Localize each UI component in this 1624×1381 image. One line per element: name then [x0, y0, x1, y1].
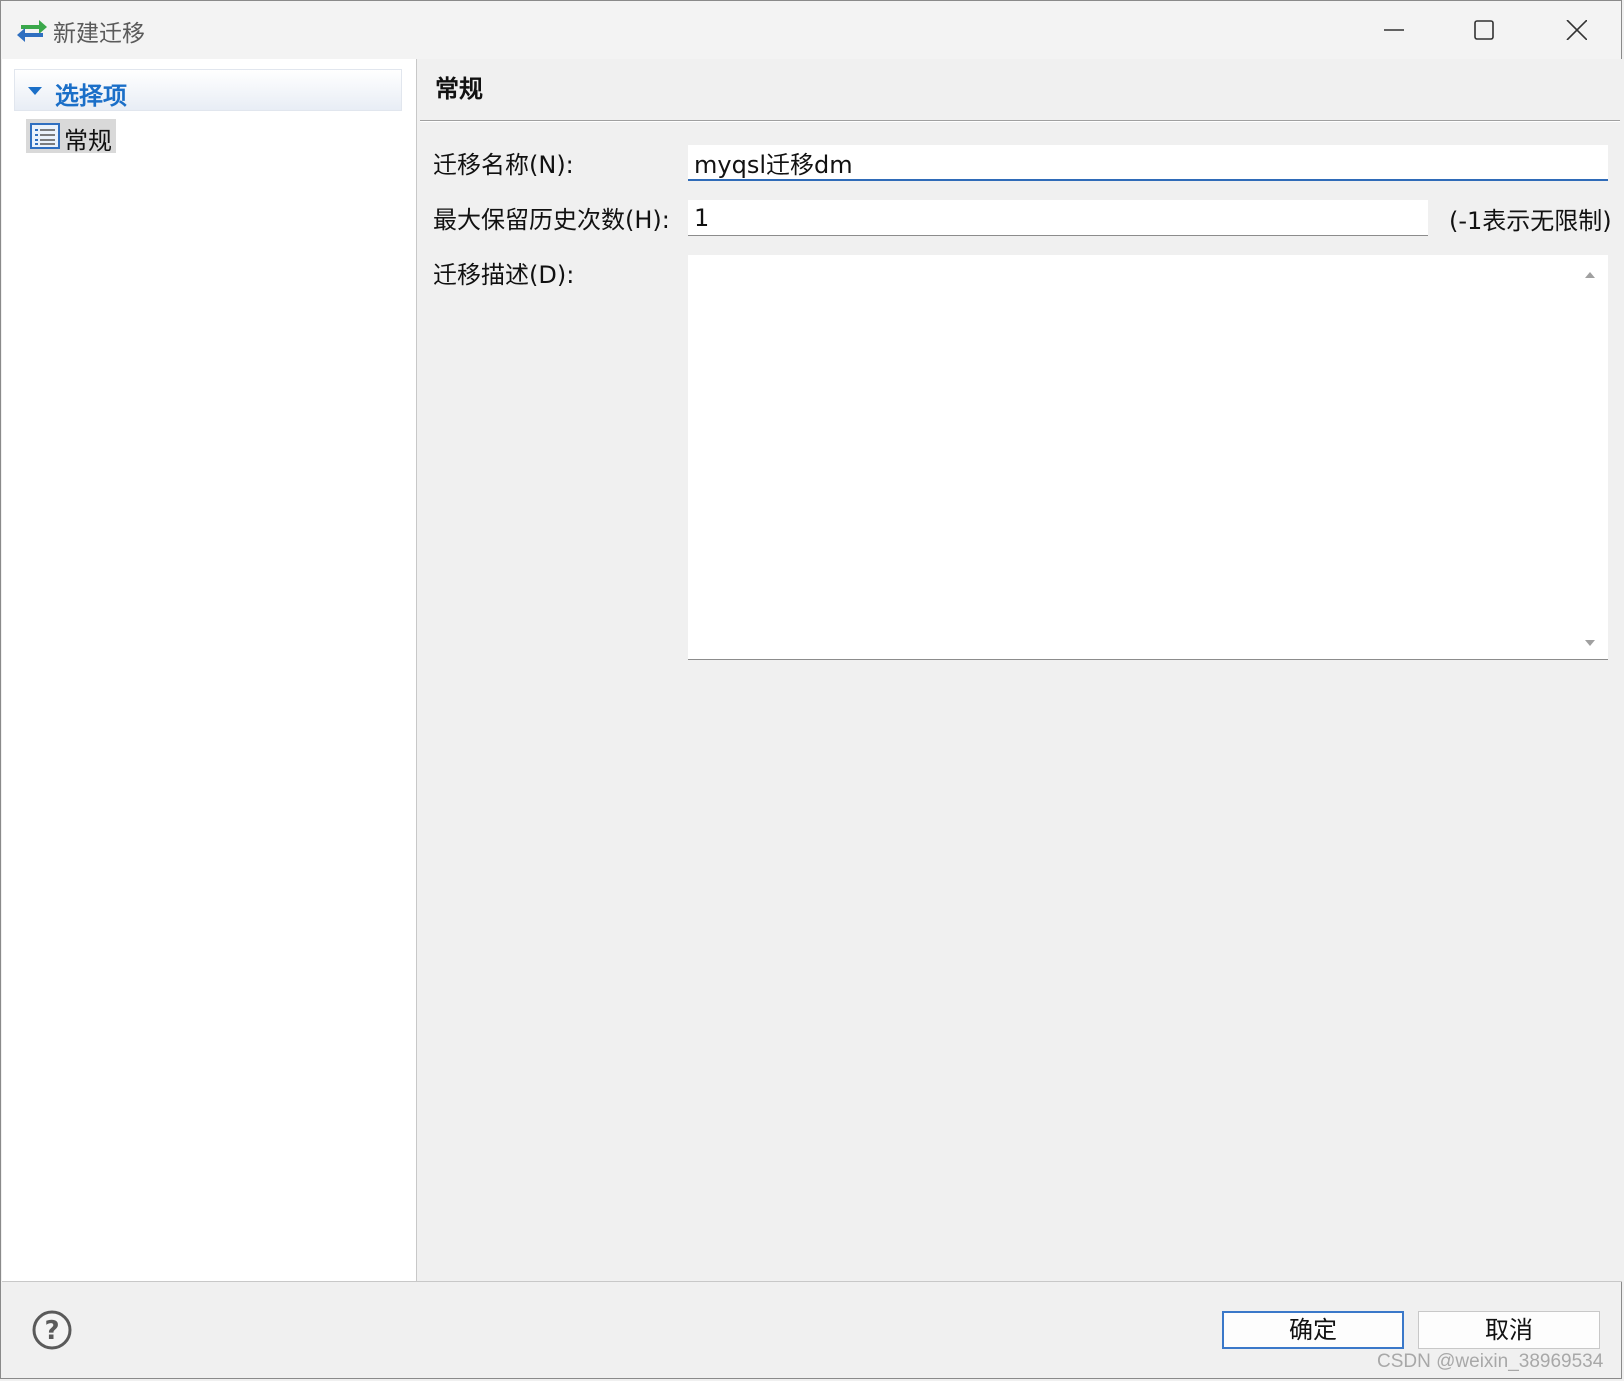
max-history-hint: (-1表示无限制) [1449, 207, 1612, 235]
max-history-input[interactable] [688, 200, 1428, 236]
section-divider [420, 120, 1620, 122]
minimize-button[interactable] [1347, 1, 1439, 59]
close-button[interactable] [1529, 1, 1621, 59]
svg-text:?: ? [44, 1316, 59, 1346]
tree-item-label: 常规 [64, 127, 112, 155]
ok-button[interactable]: 确定 [1222, 1311, 1404, 1349]
scroll-down-icon[interactable] [1584, 639, 1596, 647]
section-title: 常规 [435, 75, 483, 103]
footer-divider [2, 1281, 1622, 1282]
watermark: CSDN @weixin_38969534 [1377, 1351, 1604, 1372]
migration-description-textarea[interactable] [688, 255, 1608, 660]
chevron-down-icon [28, 87, 42, 95]
settings-pane: 常规 迁移名称(N): 最大保留历史次数(H): (-1表示无限制) 迁移描述(… [418, 59, 1622, 1281]
scroll-up-icon[interactable] [1584, 271, 1596, 279]
help-icon[interactable]: ? [31, 1309, 73, 1351]
max-history-label: 最大保留历史次数(H): [433, 206, 670, 234]
tree-header-label: 选择项 [55, 82, 127, 110]
tree-item-general[interactable]: 常规 [26, 119, 116, 155]
cancel-button[interactable]: 取消 [1418, 1311, 1600, 1349]
migrate-arrows-icon [17, 20, 47, 42]
close-icon [1566, 20, 1587, 40]
options-tree-pane: 选择项 常规 [2, 59, 417, 1281]
maximize-icon [1474, 20, 1494, 40]
list-page-icon [30, 123, 60, 149]
migration-name-input[interactable] [688, 145, 1608, 181]
dialog-window: 新建迁移 选择项 常规 常规 迁移名称(N): myqsl迁移dm 最大保留历史… [0, 0, 1622, 1379]
migration-name-label: 迁移名称(N): [433, 151, 574, 179]
window-title: 新建迁移 [53, 21, 145, 47]
minimize-icon [1384, 29, 1404, 31]
tree-header[interactable]: 选择项 [14, 69, 402, 111]
title-bar: 新建迁移 [1, 1, 1621, 59]
maximize-button[interactable] [1437, 1, 1529, 59]
migration-description-label: 迁移描述(D): [433, 261, 575, 289]
